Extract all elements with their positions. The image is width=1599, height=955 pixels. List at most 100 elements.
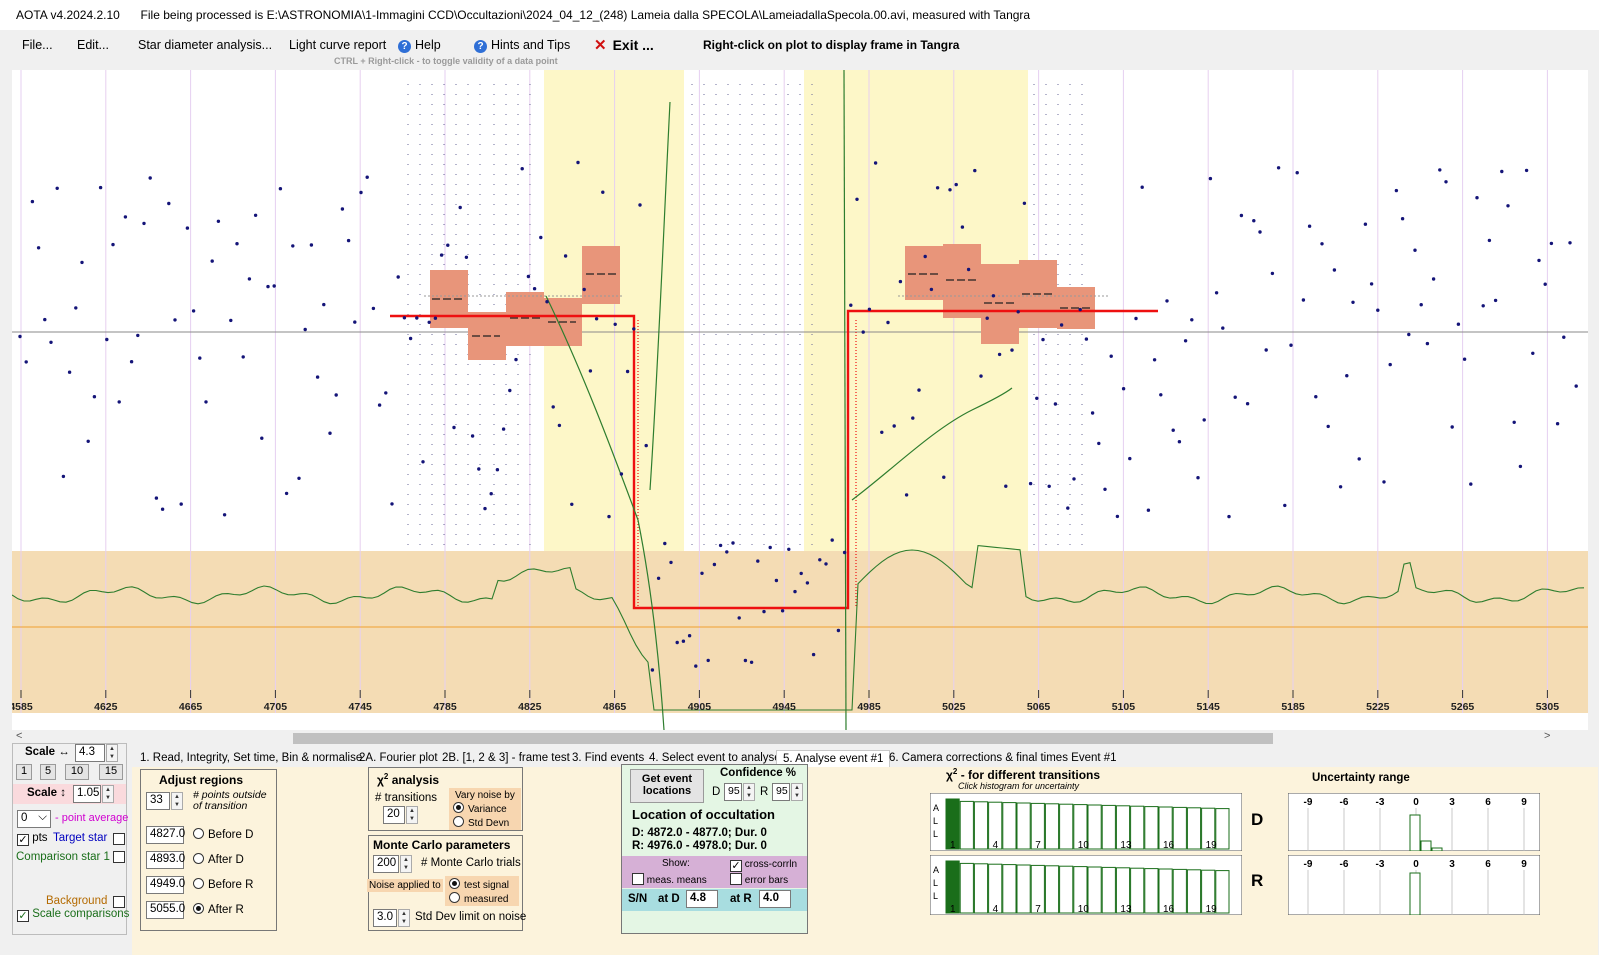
histogram-bar[interactable] bbox=[959, 800, 974, 850]
histogram-bar[interactable] bbox=[1215, 808, 1230, 850]
histogram-bar[interactable] bbox=[1144, 868, 1159, 914]
histogram-bar[interactable] bbox=[1186, 869, 1202, 914]
std-limit-input[interactable]: 3.0 bbox=[373, 909, 397, 927]
background-checkbox[interactable] bbox=[113, 896, 125, 908]
light-curve-plot[interactable]: 4585 4625 4665 4705 4745 4785 4825 4865 4905 4945… bbox=[12, 70, 1588, 730]
data-point bbox=[1562, 335, 1566, 339]
scale-comparisons-option[interactable]: ✓ Scale comparisons bbox=[17, 908, 129, 922]
before-d-radio[interactable]: Before D bbox=[193, 828, 253, 841]
scale-preset-15[interactable]: 15 bbox=[99, 764, 123, 780]
data-point bbox=[898, 279, 903, 284]
star-diameter-menu[interactable]: Star diameter analysis... bbox=[138, 38, 272, 52]
get-event-locations-button[interactable]: Get event locations bbox=[630, 769, 704, 803]
histogram-bar[interactable] bbox=[1144, 806, 1159, 850]
scale-v-spinner[interactable]: ▲ ▼ bbox=[102, 785, 114, 803]
histogram-bar[interactable] bbox=[1172, 868, 1187, 914]
trials-input[interactable]: 200 bbox=[373, 855, 399, 873]
before-d-value[interactable]: 4827.0 bbox=[146, 826, 185, 844]
tab-frame-test[interactable]: 2B. [1, 2 & 3] - frame test bbox=[436, 750, 576, 768]
trials-spinner[interactable]: ▲ ▼ bbox=[400, 855, 412, 873]
histogram-bar[interactable] bbox=[1002, 864, 1017, 914]
measured-radio[interactable]: measured bbox=[449, 892, 508, 905]
after-d-value[interactable]: 4893.0 bbox=[146, 851, 185, 869]
histogram-bar[interactable] bbox=[1016, 802, 1031, 850]
std-devn-radio[interactable]: Std Devn bbox=[453, 816, 509, 829]
points-outside-spinner[interactable]: ▲ ▼ bbox=[171, 792, 183, 810]
histogram-bar[interactable] bbox=[1002, 802, 1017, 850]
histogram-bar[interactable] bbox=[1016, 864, 1031, 914]
pts-checkbox[interactable]: ✓ pts bbox=[17, 832, 48, 846]
error-bars-option[interactable]: error bars bbox=[730, 873, 788, 886]
transitions-spinner[interactable]: ▲ ▼ bbox=[406, 806, 418, 824]
histogram-bar[interactable] bbox=[1087, 866, 1102, 914]
edit-menu[interactable]: Edit... bbox=[77, 38, 109, 52]
scale-preset-1[interactable]: 1 bbox=[16, 764, 32, 780]
target-star-checkbox[interactable] bbox=[113, 833, 125, 845]
tab-camera-corrections[interactable]: 6. Camera corrections & final times Even… bbox=[883, 750, 1123, 768]
after-d-radio[interactable]: After D bbox=[193, 853, 244, 866]
before-r-radio[interactable]: Before R bbox=[193, 878, 253, 891]
light-curve-report-menu[interactable]: Light curve report bbox=[289, 38, 386, 52]
file-menu[interactable]: File... bbox=[22, 38, 53, 52]
histogram-bar[interactable] bbox=[1215, 870, 1230, 914]
data-point bbox=[266, 284, 270, 289]
histogram-bar[interactable] bbox=[1172, 806, 1187, 850]
confidence-r-input[interactable]: 95 bbox=[772, 783, 790, 801]
histogram-tick: 7 bbox=[1035, 840, 1041, 851]
cross-corrln-option[interactable]: ✓ cross-corrln bbox=[730, 859, 797, 872]
histogram-bar[interactable] bbox=[1044, 865, 1060, 914]
scale-v-input[interactable]: 1.05 bbox=[73, 785, 101, 803]
hints-menu[interactable]: ? Hints and Tips bbox=[474, 38, 570, 53]
confidence-r-spinner[interactable]: ▲ ▼ bbox=[791, 783, 803, 801]
data-point bbox=[1109, 354, 1113, 358]
data-point bbox=[1450, 425, 1454, 429]
scroll-left-icon[interactable]: < bbox=[16, 730, 22, 742]
scroll-right-icon[interactable]: > bbox=[1544, 730, 1550, 742]
data-point bbox=[873, 161, 878, 165]
histogram-bar[interactable] bbox=[1044, 803, 1060, 850]
exit-label: Exit ... bbox=[612, 37, 654, 53]
histogram-bar[interactable] bbox=[973, 801, 989, 850]
histogram-bar[interactable] bbox=[973, 863, 989, 914]
x-tick-label: 5265 bbox=[1451, 701, 1475, 713]
comparison-star-checkbox[interactable] bbox=[113, 851, 125, 863]
plot-scrollbar[interactable]: < > bbox=[12, 730, 1588, 746]
point-average-select[interactable]: 0 ⌵ bbox=[17, 810, 51, 828]
data-point bbox=[1568, 241, 1572, 245]
data-point bbox=[1258, 230, 1262, 234]
histogram-tick: 16 bbox=[1163, 904, 1175, 915]
x-tick-label: 4825 bbox=[518, 701, 542, 713]
histogram-bar[interactable] bbox=[1101, 866, 1116, 914]
points-outside-input[interactable]: 33 bbox=[146, 792, 170, 810]
before-r-value[interactable]: 4949.0 bbox=[146, 876, 185, 894]
scale-preset-5[interactable]: 5 bbox=[40, 764, 56, 780]
tab-read[interactable]: 1. Read, Integrity, Set time, Bin & norm… bbox=[134, 750, 368, 768]
transitions-input[interactable]: 20 bbox=[383, 806, 405, 824]
scroll-thumb[interactable] bbox=[293, 733, 1273, 744]
point-average-value: 0 bbox=[21, 812, 28, 824]
meas-means-option[interactable]: meas. means bbox=[632, 873, 707, 886]
after-r-value[interactable]: 5055.0 bbox=[146, 901, 185, 919]
exit-menu[interactable]: ✕ Exit ... bbox=[594, 36, 654, 54]
scale-preset-10[interactable]: 10 bbox=[65, 764, 89, 780]
histogram-bar[interactable] bbox=[1186, 807, 1202, 850]
histogram-bar[interactable] bbox=[959, 862, 974, 914]
std-limit-spinner[interactable]: ▲ ▼ bbox=[398, 909, 410, 927]
histogram-bar[interactable] bbox=[1101, 804, 1116, 850]
scale-h-input[interactable]: 4.3 bbox=[75, 744, 105, 762]
histogram-bar[interactable] bbox=[1087, 804, 1102, 850]
histogram-bar[interactable] bbox=[1130, 867, 1145, 914]
confidence-d-spinner[interactable]: ▲ ▼ bbox=[743, 783, 755, 801]
histogram-d[interactable]: ALL1 4 7 10 13 16 19 bbox=[930, 793, 1242, 851]
test-signal-radio[interactable]: test signal bbox=[449, 878, 509, 891]
tab-fourier[interactable]: 2A. Fourier plot bbox=[353, 750, 444, 768]
histogram-bar[interactable] bbox=[1130, 805, 1145, 850]
help-menu[interactable]: ? Help bbox=[398, 38, 441, 53]
histogram-r[interactable]: ALL1 4 7 10 13 16 19 bbox=[930, 855, 1242, 915]
confidence-d-input[interactable]: 95 bbox=[724, 783, 742, 801]
histogram-bar[interactable] bbox=[1059, 865, 1074, 914]
after-r-radio[interactable]: After R bbox=[193, 903, 244, 916]
variance-radio[interactable]: Variance bbox=[453, 802, 507, 815]
histogram-bar[interactable] bbox=[1059, 803, 1074, 850]
scale-h-spinner[interactable]: ▲ ▼ bbox=[106, 744, 118, 762]
